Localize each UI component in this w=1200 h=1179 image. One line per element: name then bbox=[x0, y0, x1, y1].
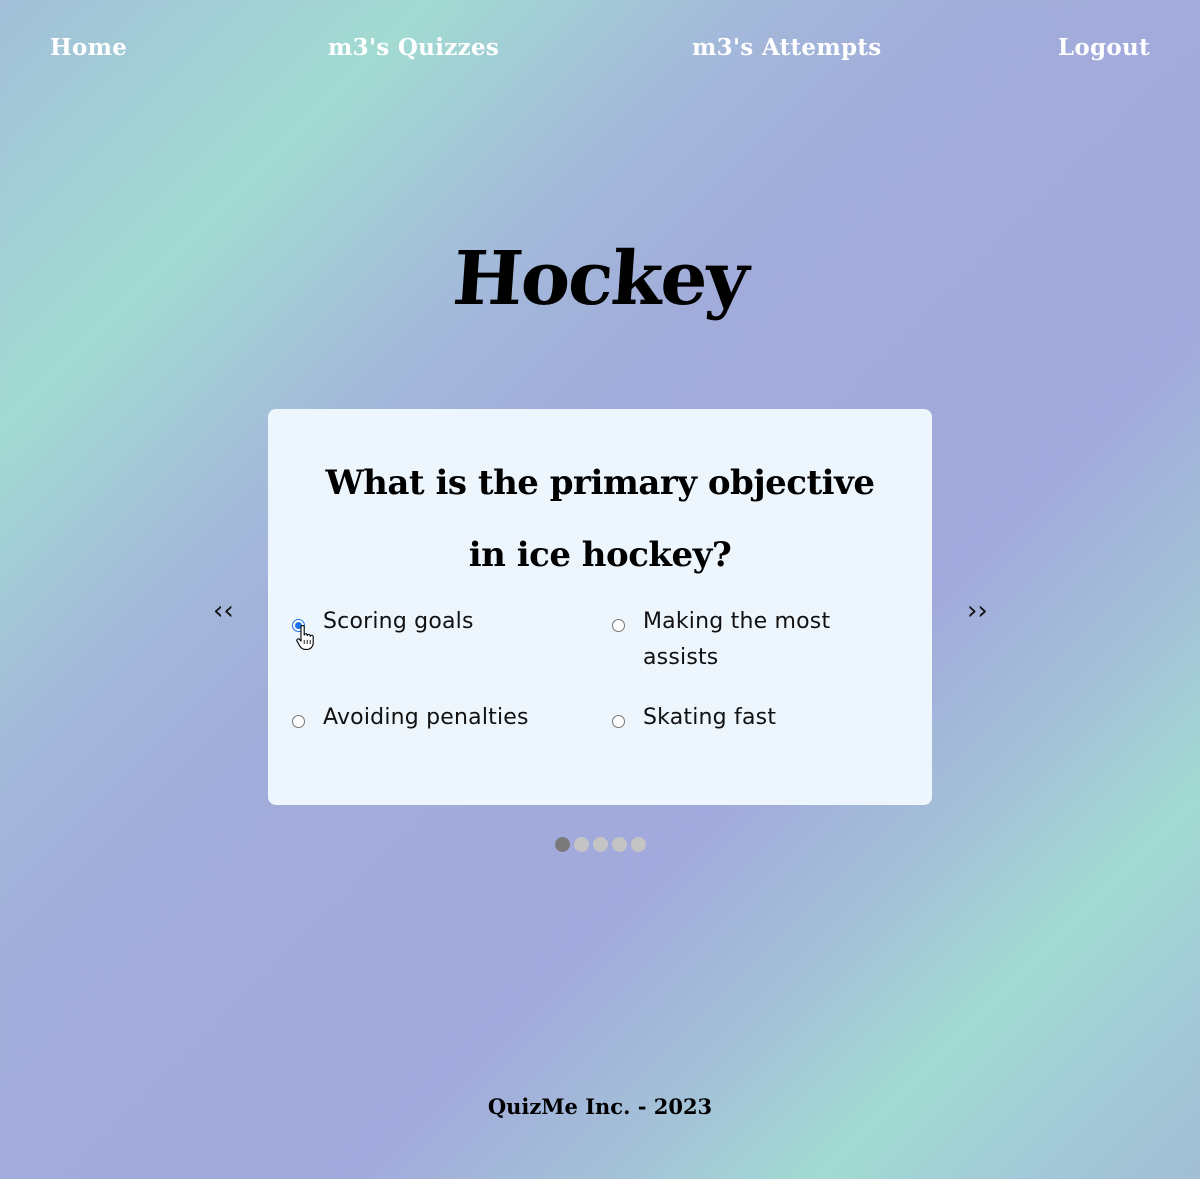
nav-home-link[interactable]: Home bbox=[50, 34, 127, 61]
radio-button[interactable] bbox=[612, 619, 625, 632]
quiz-title: Hockey bbox=[450, 236, 750, 322]
answer-option-label: Scoring goals bbox=[323, 609, 474, 634]
answer-option-2[interactable]: Making the most assists bbox=[612, 609, 862, 676]
nav-logout-link[interactable]: Logout bbox=[1058, 34, 1150, 61]
question-pagination-dots bbox=[555, 837, 650, 852]
previous-question-arrow[interactable]: ‹‹ bbox=[213, 596, 234, 626]
pagination-dot-3[interactable] bbox=[593, 837, 608, 852]
pagination-dot-1[interactable] bbox=[555, 837, 570, 852]
nav-my-quizzes-link[interactable]: m3's Quizzes bbox=[328, 34, 499, 61]
radio-button[interactable] bbox=[292, 619, 305, 632]
pagination-dot-2[interactable] bbox=[574, 837, 589, 852]
pagination-dot-5[interactable] bbox=[631, 837, 646, 852]
radio-button[interactable] bbox=[612, 715, 625, 728]
top-navigation: Home m3's Quizzes m3's Attempts Logout bbox=[0, 34, 1200, 70]
pagination-dot-4[interactable] bbox=[612, 837, 627, 852]
nav-my-attempts-link[interactable]: m3's Attempts bbox=[692, 34, 882, 61]
answer-option-4[interactable]: Skating fast bbox=[612, 705, 862, 736]
answer-option-3[interactable]: Avoiding penalties bbox=[292, 705, 582, 736]
answer-option-label: Making the most assists bbox=[643, 609, 831, 670]
footer-copyright: QuizMe Inc. - 2023 bbox=[487, 1094, 713, 1119]
question-card: What is the primary objective in ice hoc… bbox=[268, 409, 932, 805]
answer-option-label: Skating fast bbox=[643, 705, 777, 730]
answer-option-1[interactable]: Scoring goals bbox=[292, 609, 572, 640]
answer-option-label: Avoiding penalties bbox=[323, 705, 529, 730]
next-question-arrow[interactable]: ›› bbox=[967, 596, 988, 626]
radio-button[interactable] bbox=[292, 715, 305, 728]
question-text: What is the primary objective in ice hoc… bbox=[325, 463, 875, 575]
